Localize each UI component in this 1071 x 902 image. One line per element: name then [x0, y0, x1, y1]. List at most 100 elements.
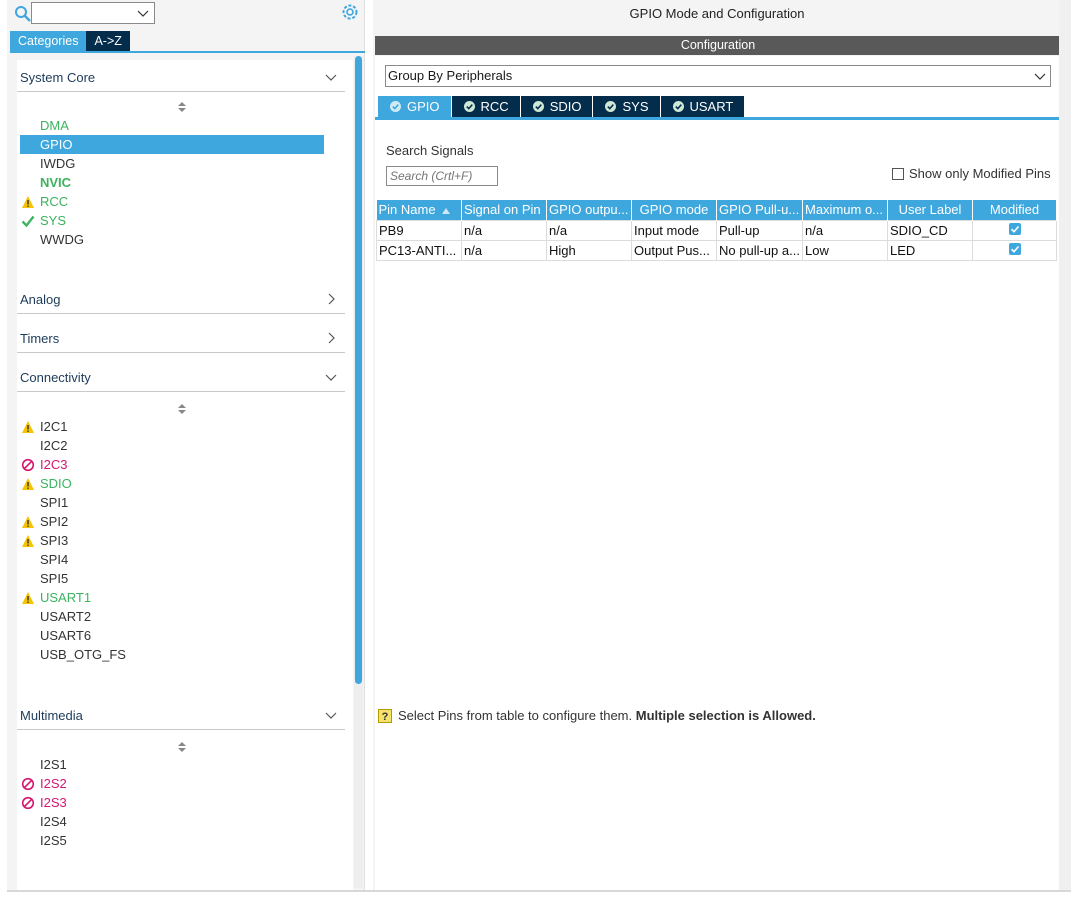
list-item-i2s5[interactable]: I2S5	[20, 831, 324, 850]
column-header-gpio-pull[interactable]: GPIO Pull-u...	[716, 200, 803, 220]
tab-categories[interactable]: Categories	[10, 31, 87, 51]
list-item-spi3[interactable]: SPI3	[20, 531, 324, 550]
list-item-spi4[interactable]: SPI4	[20, 550, 324, 569]
cell-pin-name: PB9	[376, 219, 462, 241]
check-circle-icon	[532, 101, 544, 112]
list-item-rcc[interactable]: RCC	[20, 192, 324, 211]
checked-checkbox-icon[interactable]	[1008, 222, 1021, 235]
sort-icon[interactable]	[177, 101, 187, 113]
list-item-usart6[interactable]: USART6	[20, 626, 324, 645]
tab-rcc[interactable]: RCC	[451, 96, 520, 117]
cell-gpio-output: n/a	[546, 219, 632, 241]
column-header-modified[interactable]: Modified	[972, 200, 1057, 220]
cell-gpio-output: High	[546, 239, 632, 261]
tab-sys[interactable]: SYS	[593, 96, 660, 117]
warning-icon	[22, 535, 34, 547]
warning-icon	[22, 592, 34, 604]
list-item-i2c3[interactable]: I2C3	[20, 455, 324, 474]
panel-title: GPIO Mode and Configuration	[629, 6, 805, 21]
configuration-body: Group By Peripherals GPIO RCC SDIO SYS U…	[375, 56, 1061, 890]
chevron-down-icon	[325, 712, 337, 719]
tab-usart[interactable]: USART	[660, 96, 745, 117]
list-item-i2c1[interactable]: I2C1	[20, 417, 324, 436]
section-header-system-core[interactable]: System Core	[17, 60, 345, 92]
column-header-gpio-mode[interactable]: GPIO mode	[631, 200, 717, 220]
section-header-multimedia[interactable]: Multimedia	[17, 698, 345, 730]
search-combo[interactable]	[31, 2, 155, 24]
list-item-gpio[interactable]: GPIO	[20, 135, 324, 154]
group-by-select[interactable]: Group By Peripherals	[385, 65, 1051, 87]
section-title: System Core	[20, 70, 96, 85]
column-header-max-output[interactable]: Maximum o...	[802, 200, 888, 220]
list-item-nvic[interactable]: NVIC	[20, 173, 324, 192]
list-item-usart2[interactable]: USART2	[20, 607, 324, 626]
section-analog: Analog	[17, 282, 345, 314]
svg-text:?: ?	[382, 711, 389, 723]
tab-underline	[375, 117, 1061, 120]
list-item-spi5[interactable]: SPI5	[20, 569, 324, 588]
scrollbar-thumb[interactable]	[355, 56, 362, 684]
warning-icon	[22, 421, 34, 433]
cell-modified[interactable]	[972, 219, 1057, 241]
section-title: Analog	[20, 292, 61, 307]
table-row[interactable]: PB9 n/a n/a Input mode Pull-up n/a SDIO_…	[376, 219, 1057, 241]
sort-ascending-icon	[441, 207, 450, 214]
window-scrollbar[interactable]	[1059, 0, 1071, 892]
column-header-user-label[interactable]: User Label	[887, 200, 973, 220]
check-circle-icon	[463, 101, 475, 112]
bottom-divider	[7, 890, 1071, 892]
sort-icon[interactable]	[177, 403, 187, 415]
tab-sdio[interactable]: SDIO	[520, 96, 593, 117]
list-item-usb-otg-fs[interactable]: USB_OTG_FS	[20, 645, 324, 664]
hint-bold-text: Multiple selection is Allowed.	[635, 708, 816, 723]
column-header-pin-name[interactable]: Pin Name	[376, 200, 462, 220]
view-tabs: Categories A->Z	[10, 31, 130, 51]
list-item-sdio[interactable]: SDIO	[20, 474, 324, 493]
list-item-spi1[interactable]: SPI1	[20, 493, 324, 512]
show-modified-label: Show only Modified Pins	[909, 166, 1051, 181]
list-item-i2s1[interactable]: I2S1	[20, 755, 324, 774]
checkbox-box[interactable]	[892, 167, 904, 180]
pin-configuration-table: Pin Name Signal on Pin GPIO outpu... GPI…	[376, 200, 1057, 261]
section-timers: Timers	[17, 321, 345, 353]
cell-signal: n/a	[461, 239, 547, 261]
section-system-core: System Core DMA GPIO IWDG NVIC RCC SYS W…	[17, 60, 345, 247]
selection-hint: ? Select Pins from table to configure th…	[378, 708, 816, 723]
section-header-connectivity[interactable]: Connectivity	[17, 360, 345, 392]
show-modified-checkbox[interactable]: Show only Modified Pins	[892, 166, 1051, 181]
tab-gpio[interactable]: GPIO	[378, 96, 451, 117]
list-item-iwdg[interactable]: IWDG	[20, 154, 324, 173]
checked-checkbox-icon[interactable]	[1008, 242, 1021, 255]
section-header-timers[interactable]: Timers	[17, 321, 345, 353]
list-item-sys[interactable]: SYS	[20, 211, 324, 230]
gear-icon[interactable]	[341, 3, 359, 21]
check-circle-icon	[605, 101, 617, 112]
list-item-i2s3[interactable]: I2S3	[20, 793, 324, 812]
list-item-i2s4[interactable]: I2S4	[20, 812, 324, 831]
list-item-i2c2[interactable]: I2C2	[20, 436, 324, 455]
cell-gpio-pull: Pull-up	[716, 219, 803, 241]
category-list: System Core DMA GPIO IWDG NVIC RCC SYS W…	[17, 60, 353, 890]
sort-icon[interactable]	[177, 741, 187, 753]
list-item-dma[interactable]: DMA	[20, 116, 324, 135]
table-row[interactable]: PC13-ANTI... n/a High Output Pus... No p…	[376, 239, 1057, 261]
tab-a-to-z[interactable]: A->Z	[86, 31, 130, 51]
section-connectivity: Connectivity I2C1 I2C2 I2C3 SDIO SPI1 SP…	[17, 360, 345, 662]
column-header-signal[interactable]: Signal on Pin	[461, 200, 547, 220]
search-icon[interactable]	[14, 5, 32, 23]
search-signals-input[interactable]	[386, 166, 498, 186]
list-item-spi2[interactable]: SPI2	[20, 512, 324, 531]
list-item-usart1[interactable]: USART1	[20, 588, 324, 607]
section-title: Timers	[20, 331, 60, 346]
cell-user-label: SDIO_CD	[887, 219, 973, 241]
section-header-analog[interactable]: Analog	[17, 282, 345, 314]
section-title: Multimedia	[20, 708, 83, 723]
warning-icon	[22, 516, 34, 528]
column-header-gpio-output[interactable]: GPIO outpu...	[546, 200, 632, 220]
list-item-wwdg[interactable]: WWDG	[20, 230, 324, 249]
section-title: Connectivity	[20, 370, 91, 385]
cell-modified[interactable]	[972, 239, 1057, 261]
cell-pin-name: PC13-ANTI...	[376, 239, 462, 261]
cell-user-label: LED	[887, 239, 973, 261]
list-item-i2s2[interactable]: I2S2	[20, 774, 324, 793]
